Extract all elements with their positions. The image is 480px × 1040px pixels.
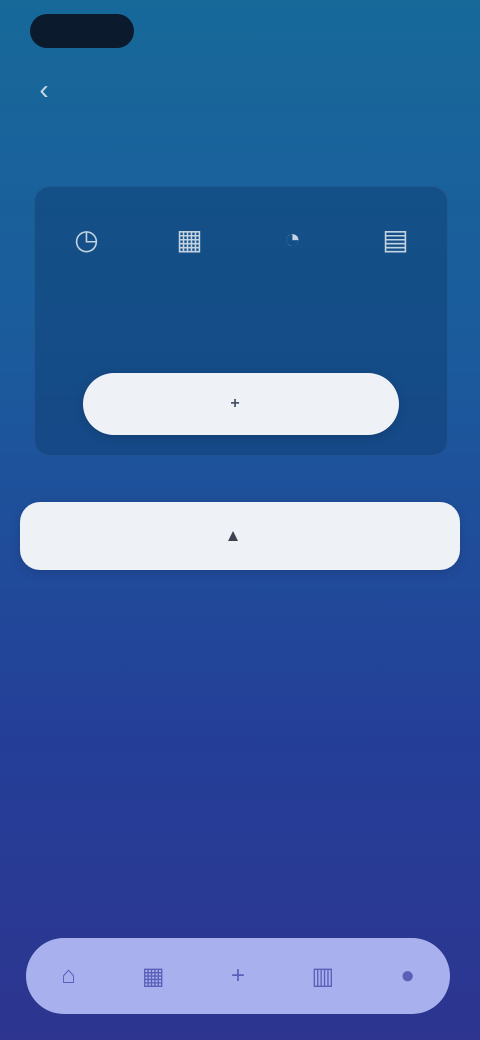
plus-icon: + bbox=[230, 395, 240, 412]
nav-calendar-icon[interactable]: ▦ bbox=[125, 948, 181, 1004]
status-bar-pill bbox=[30, 14, 134, 48]
clock-icon: ◷ bbox=[74, 223, 99, 255]
card-action-button[interactable]: + bbox=[83, 373, 399, 435]
nav-home-icon[interactable]: ⌂ bbox=[40, 948, 96, 1004]
bell-icon: ◔ bbox=[284, 223, 301, 254]
nav-profile-icon[interactable]: ● bbox=[380, 948, 436, 1004]
nav-add-icon[interactable]: + bbox=[210, 948, 266, 1004]
secondary-action-button[interactable]: ▲ bbox=[20, 502, 460, 570]
secondary-action-icon: ▲ bbox=[224, 526, 242, 545]
header: ‹ bbox=[0, 60, 480, 120]
card-icon-row: ◷ ▦ ◔ ▤ bbox=[35, 209, 447, 269]
info-card: ◷ ▦ ◔ ▤ + bbox=[34, 186, 448, 456]
calendar-icon: ▦ bbox=[176, 223, 203, 255]
nav-stats-icon[interactable]: ▥ bbox=[295, 948, 351, 1004]
chart-icon: ▤ bbox=[382, 223, 409, 255]
bottom-nav: ⌂ ▦ + ▥ ● bbox=[26, 938, 450, 1014]
back-icon[interactable]: ‹ bbox=[26, 74, 62, 106]
